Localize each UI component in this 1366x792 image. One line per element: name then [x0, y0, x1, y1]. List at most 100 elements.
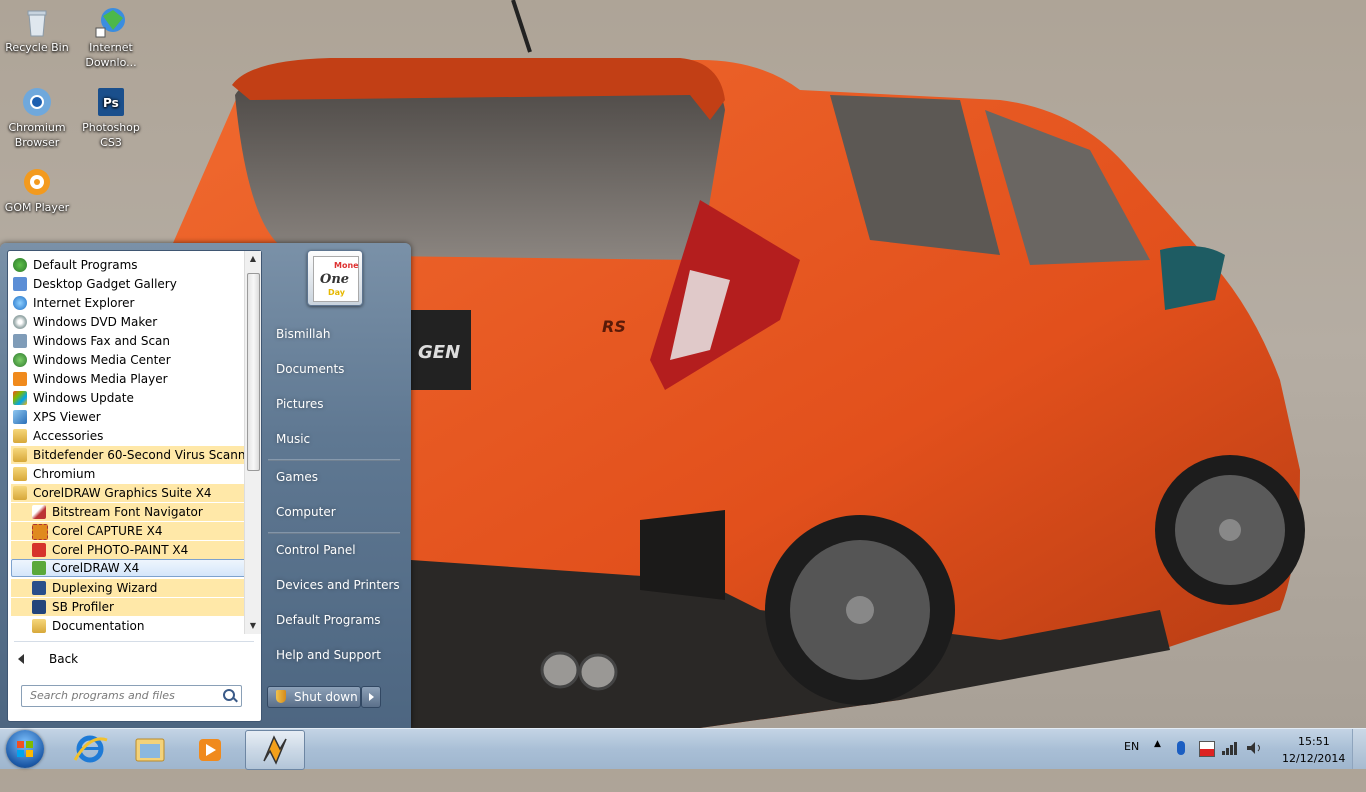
- svg-text:Day: Day: [328, 288, 346, 297]
- program-item-selected[interactable]: CorelDRAW X4: [11, 559, 245, 577]
- program-item-label: Corel PHOTO-PAINT X4: [52, 543, 189, 557]
- right-item-devices-printers[interactable]: Devices and Printers: [276, 578, 400, 592]
- desktop-icon-chromium[interactable]: Chromium Browser: [0, 82, 74, 150]
- program-folder[interactable]: Accessories: [11, 427, 244, 445]
- taskbar-winamp[interactable]: [245, 730, 305, 770]
- svg-text:One: One: [320, 272, 349, 287]
- program-list-scrollbar[interactable]: ▲ ▼: [244, 251, 261, 634]
- right-item-control-panel[interactable]: Control Panel: [276, 543, 356, 557]
- coreldraw-icon: [32, 561, 46, 575]
- scroll-thumb[interactable]: [247, 273, 260, 471]
- program-item[interactable]: Desktop Gadget Gallery: [11, 275, 244, 293]
- scroll-down-arrow[interactable]: ▼: [245, 618, 261, 634]
- desktop-icon-label: Internet Downlo...: [85, 41, 137, 69]
- default-programs-icon: [13, 258, 27, 272]
- program-item[interactable]: Windows Media Player: [11, 370, 244, 388]
- photo-paint-icon: [32, 543, 46, 557]
- program-folder[interactable]: Bitdefender 60-Second Virus Scanner: [11, 446, 245, 464]
- program-item[interactable]: Corel CAPTURE X4: [11, 522, 244, 540]
- search-placeholder: Search programs and files: [30, 689, 175, 702]
- right-item-music[interactable]: Music: [276, 432, 310, 446]
- program-item-label: Duplexing Wizard: [52, 581, 158, 595]
- program-item[interactable]: Corel PHOTO-PAINT X4: [11, 541, 244, 559]
- program-item-label: Accessories: [33, 429, 104, 443]
- volume-icon[interactable]: [1246, 741, 1264, 755]
- language-indicator[interactable]: EN: [1124, 740, 1139, 780]
- program-item[interactable]: Windows DVD Maker: [11, 313, 244, 331]
- folder-open-icon: [13, 486, 27, 500]
- dvd-icon: [13, 315, 27, 329]
- money-one-day-logo: Money One Day: [320, 261, 365, 297]
- scroll-up-arrow[interactable]: ▲: [245, 251, 261, 267]
- back-label: Back: [49, 652, 79, 666]
- program-item[interactable]: Default Programs: [11, 256, 244, 274]
- shield-icon: [276, 690, 286, 703]
- clock-date[interactable]: 12/12/2014: [1282, 752, 1345, 792]
- program-item-label: Windows Fax and Scan: [33, 334, 171, 348]
- action-center-flag-icon[interactable]: [1199, 741, 1215, 757]
- program-item[interactable]: Bitstream Font Navigator: [11, 503, 244, 521]
- desktop-icon-internet-download-manager[interactable]: Internet Downlo...: [74, 2, 148, 70]
- taskbar-windows-explorer[interactable]: [121, 730, 179, 768]
- desktop-icon-recycle-bin[interactable]: Recycle Bin: [0, 2, 74, 55]
- program-item[interactable]: Windows Update: [11, 389, 244, 407]
- program-item-label: Documentation: [52, 619, 145, 633]
- show-hidden-icons-icon[interactable]: ▲: [1154, 739, 1161, 779]
- program-item[interactable]: SB Profiler: [11, 598, 244, 616]
- shutdown-label: Shut down: [294, 690, 358, 704]
- right-item-pictures[interactable]: Pictures: [276, 397, 324, 411]
- update-icon: [13, 391, 27, 405]
- desktop-icon-gom-player[interactable]: GOM Player: [0, 162, 74, 215]
- program-folder-expanded[interactable]: CorelDRAW Graphics Suite X4: [11, 484, 244, 502]
- right-item-computer[interactable]: Computer: [276, 505, 336, 519]
- search-box[interactable]: Search programs and files: [21, 685, 242, 707]
- program-item-label: Internet Explorer: [33, 296, 135, 310]
- corel-capture-icon: [32, 524, 48, 540]
- internet-explorer-icon: [73, 735, 108, 763]
- program-item[interactable]: Duplexing Wizard: [11, 579, 244, 597]
- taskbar-internet-explorer[interactable]: [61, 730, 119, 768]
- back-arrow-icon: [18, 654, 24, 664]
- recycle-bin-icon: [21, 6, 53, 38]
- sb-profiler-icon: [32, 600, 46, 614]
- desktop-icon-label: Recycle Bin: [5, 41, 69, 54]
- right-item-user[interactable]: Bismillah: [276, 327, 330, 341]
- start-button[interactable]: [6, 730, 44, 768]
- search-icon[interactable]: [223, 689, 235, 701]
- bluetooth-icon[interactable]: [1177, 741, 1185, 755]
- program-list: Default Programs Desktop Gadget Gallery …: [8, 251, 245, 634]
- separator: [268, 459, 400, 461]
- desktop-icon-label: Photoshop CS3: [82, 121, 140, 149]
- shutdown-options-arrow-icon[interactable]: [361, 686, 381, 708]
- program-item-label: Chromium: [33, 467, 96, 481]
- svg-text:Ps: Ps: [103, 96, 119, 110]
- font-navigator-icon: [32, 505, 46, 519]
- right-item-documents[interactable]: Documents: [276, 362, 344, 376]
- program-item-label: SB Profiler: [52, 600, 114, 614]
- program-item[interactable]: Internet Explorer: [11, 294, 244, 312]
- start-menu-left-pane: Default Programs Desktop Gadget Gallery …: [7, 250, 262, 722]
- program-item[interactable]: Windows Fax and Scan: [11, 332, 244, 350]
- program-item-label: Windows DVD Maker: [33, 315, 158, 329]
- program-folder[interactable]: Chromium: [11, 465, 244, 483]
- right-item-games[interactable]: Games: [276, 470, 318, 484]
- program-item-label: CorelDRAW Graphics Suite X4: [33, 486, 212, 500]
- program-item[interactable]: Windows Media Center: [11, 351, 244, 369]
- program-item-label: Desktop Gadget Gallery: [33, 277, 177, 291]
- windows-logo-icon: [17, 741, 33, 757]
- shutdown-button[interactable]: Shut down: [267, 686, 361, 708]
- taskbar-media-player[interactable]: [181, 730, 239, 768]
- ie-icon: [13, 296, 27, 310]
- program-item[interactable]: XPS Viewer: [11, 408, 244, 426]
- right-item-default-programs[interactable]: Default Programs: [276, 613, 381, 627]
- folder-icon: [13, 448, 27, 462]
- user-picture[interactable]: Money One Day: [307, 250, 365, 306]
- folder-icon: [13, 429, 27, 443]
- right-item-help-support[interactable]: Help and Support: [276, 648, 381, 662]
- network-signal-icon[interactable]: [1222, 741, 1238, 755]
- desktop-icon-photoshop[interactable]: Ps Photoshop CS3: [74, 82, 148, 150]
- show-desktop-button[interactable]: [1352, 729, 1366, 769]
- svg-text:Money: Money: [334, 261, 358, 270]
- user-picture-image: Money One Day: [313, 256, 365, 302]
- program-folder[interactable]: Documentation: [11, 617, 244, 634]
